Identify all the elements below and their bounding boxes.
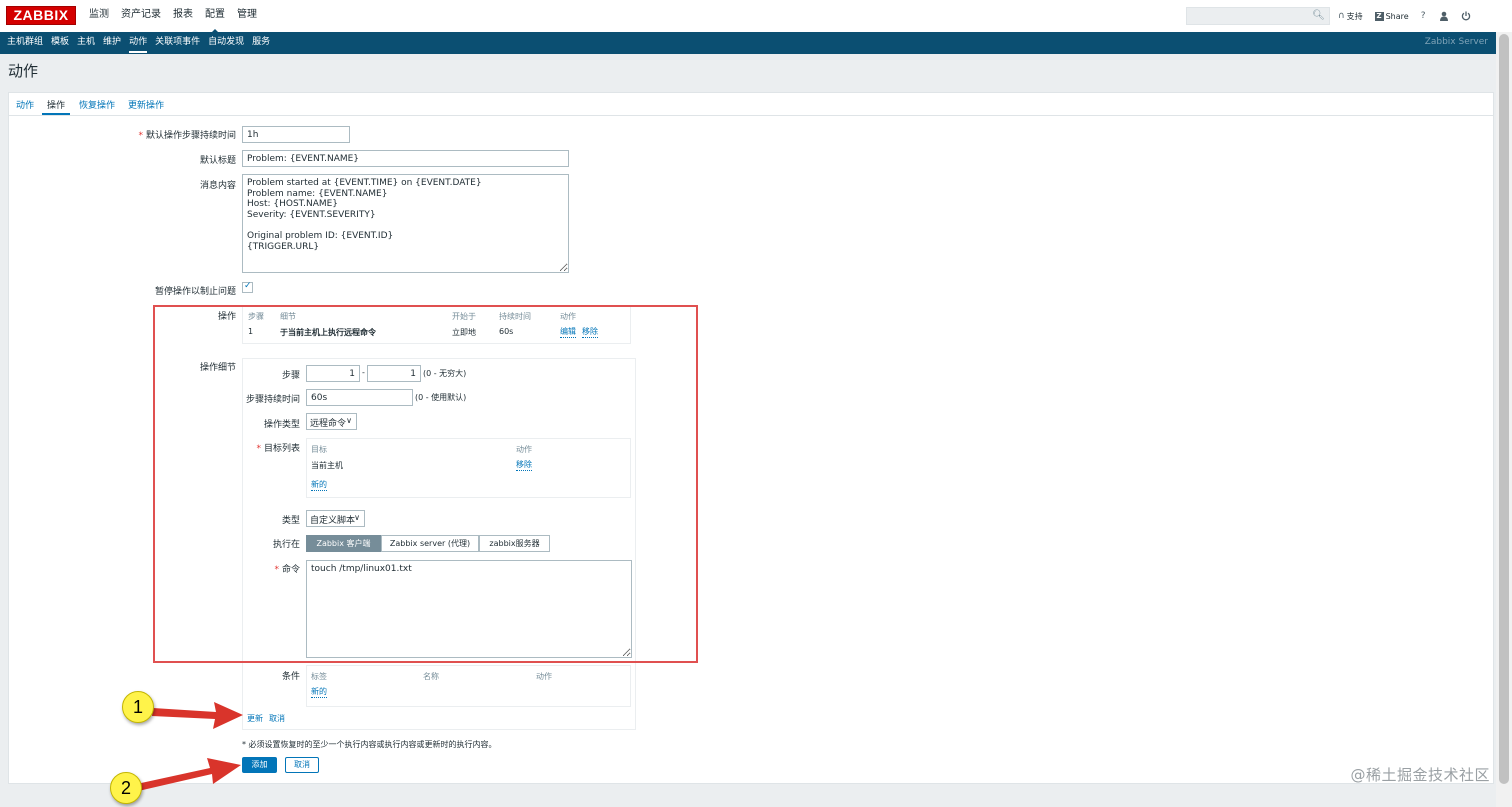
annotation-arrows xyxy=(132,702,243,792)
arrow-1 xyxy=(152,702,243,729)
callout-2: 2 xyxy=(110,772,142,804)
callout-1: 1 xyxy=(122,691,154,723)
arrow-2 xyxy=(132,758,241,792)
watermark: @稀土掘金技术社区 xyxy=(1350,766,1490,784)
